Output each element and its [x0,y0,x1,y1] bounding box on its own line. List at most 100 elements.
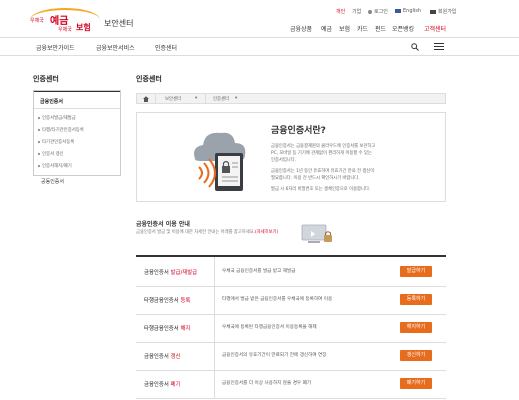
hero-box: 금융인증서란? 금융인증서는 금융결제원의 클라우드에 인증서를 보관하고 PC… [136,112,446,202]
chevron-down-icon[interactable]: ▾ [195,96,197,101]
util-link-login[interactable]: 로그인 [368,8,388,15]
row-name-suffix: 해지 [180,326,191,332]
bullet-icon [38,117,40,119]
sidebar-sub-item[interactable]: 인증서발급/재발급 [42,115,76,121]
logo-text: 예금 [50,16,69,27]
breadcrumb-separator [205,94,206,103]
util-link-label: 회원가입 [438,9,457,15]
table-row: 타행금융인증서 등록 타행에서 발급 받은 금융인증서를 우체국에 등록하여 이… [136,285,446,315]
bullet-icon [38,165,40,167]
row-name: 타행금융인증서 해지 [144,324,190,332]
cert-service-table: 금융인증서 발급/재발급 우체국 금융인증서를 발급 받고 재발급 발급하기 타… [136,255,446,399]
sidebar-item-joint-cert[interactable]: 공동인증서 [33,178,121,185]
row-name-prefix: 금융인증서 [144,382,169,388]
hero-paragraph: 인증서입니다. [271,158,297,163]
main-nav-openbanking[interactable]: 오픈뱅킹 [392,24,414,33]
main-nav-fund[interactable]: 펀드 [375,24,386,33]
hero-paragraph: 발급 시 6자리 비밀번호 또는 생체인증으로 이용합니다. [271,187,371,192]
row-desc: 우체국 금융인증서를 발급 받고 재발급 [222,269,296,274]
row-name: 타행금융인증서 등록 [144,296,190,304]
bullet-icon [38,153,40,155]
subnav-security-service[interactable]: 금융보안서비스 [96,43,135,52]
breadcrumb-item[interactable]: 보안센터 [165,96,181,102]
main-nav-deposit[interactable]: 예금 [321,24,332,33]
lock-icon [368,9,372,14]
row-name: 금융인증서 폐기 [144,380,180,388]
home-icon[interactable] [143,96,149,102]
sub-nav: 금융보안가이드 금융보안서비스 인증센터 [0,38,519,56]
row-name-suffix: 발급/재발급 [170,270,198,276]
site-title: 보안센터 [104,19,134,28]
divider [214,257,215,287]
hero-paragraph: PC, 모바일 등 기기에 관계없이 편리하게 이용할 수 있는 [271,151,372,156]
subnav-cert-center[interactable]: 인증센터 [155,43,177,52]
breadcrumb-item[interactable]: 인증센터 [213,96,229,102]
sidebar-sub-item[interactable]: 인증서 갱신 [42,151,64,157]
hero-paragraph: 금융인증서는 금융결제원의 클라우드에 인증서를 보관하고 [271,144,376,149]
uk-flag-icon [395,8,401,13]
table-row: 금융인증서 폐기 금융인증서를 더 이상 사용하지 않을 경우 폐기 폐기하기 [136,369,446,399]
breadcrumb: 보안센터 ▾ 인증센터 ▾ [136,93,446,104]
logo-text: 우체국 [30,18,44,24]
row-desc: 금융인증서를 더 이상 사용하지 않을 경우 폐기 [222,381,312,386]
util-link-business[interactable]: 기업 [352,8,361,15]
guide-more-link[interactable]: (자세히보기) [255,230,278,235]
row-name: 금융인증서 발급/재발급 [144,268,197,276]
hero-paragraph: 금융인증서는 1년 동안 유효하며 유효기간 만료 전 갱신이 [271,169,375,174]
subnav-security-guide[interactable]: 금융보안가이드 [36,43,75,52]
util-link-join[interactable]: 회원가입 [430,8,456,15]
globe-icon [430,9,436,14]
util-link-english[interactable]: English [395,8,421,14]
sidebar: 인증센터 금융인증서 인증서발급/재발급 타행/타기관인증서등록 타기관인증서등… [33,74,121,185]
guide-desc: 금융인증서 발급 및 이용에 대한 자세한 안내는 아래를 참고하세요.(자세히… [136,229,278,235]
row-name-suffix: 폐기 [170,382,181,388]
renew-button[interactable]: 갱신하기 [400,350,432,361]
divider [214,285,215,315]
revoke-button[interactable]: 폐기하기 [400,378,432,389]
row-desc: 우체국에 등록된 타행금융인증서 이용등록을 해제 [222,325,317,330]
content-header: 인증센터 [136,74,446,84]
row-name-prefix: 타행금융인증서 [144,298,179,304]
row-name-prefix: 금융인증서 [144,270,169,276]
row-name-suffix: 등록 [180,298,191,304]
sidebar-item-active[interactable]: 금융인증서 [34,98,122,105]
guide-title: 금융인증서 이용 안내 [136,221,190,228]
bullet-icon [38,141,40,143]
logo-text: 보험 [76,23,91,32]
util-link-personal[interactable]: 개인 [336,8,345,15]
main-nav-products[interactable]: 금융상품 [290,24,312,33]
row-name: 금융인증서 갱신 [144,352,180,360]
chevron-down-icon[interactable]: ▾ [235,96,237,101]
page-title: 인증센터 [136,75,162,83]
search-icon[interactable] [411,43,419,51]
row-name-suffix: 갱신 [170,354,181,360]
divider [214,341,215,371]
sidebar-sub-item[interactable]: 타기관인증서등록 [42,139,74,145]
guide-desc-text: 금융인증서 발급 및 이용에 대한 자세한 안내는 아래를 참고하세요. [136,230,256,235]
table-row: 금융인증서 발급/재발급 우체국 금융인증서를 발급 받고 재발급 발급하기 [136,257,446,287]
row-desc: 타행에서 발급 받은 금융인증서를 우체국에 등록하여 이용 [222,297,333,302]
row-desc: 금융인증서의 유효기간이 만료되기 전에 갱신하여 연장 [222,353,327,358]
table-row: 금융인증서 갱신 금융인증서의 유효기간이 만료되기 전에 갱신하여 연장 갱신… [136,341,446,371]
issue-button[interactable]: 발급하기 [400,266,432,277]
row-name-prefix: 타행금융인증서 [144,326,179,332]
sidebar-sub-item[interactable]: 타행/타기관인증서등록 [42,127,84,133]
main-nav-card[interactable]: 카드 [357,24,368,33]
top-bar: 우체국 예금 우체국 보험 보안센터 개인 기업 로그인 English 회원가… [0,0,519,38]
logo[interactable]: 우체국 예금 우체국 보험 [28,8,102,34]
sidebar-sub-item[interactable]: 인증서해지/폐기 [42,163,72,169]
util-link-label: English [403,8,422,14]
bullet-icon [38,129,40,131]
cloud-certificate-illustration [194,132,246,191]
row-name-prefix: 금융인증서 [144,354,169,360]
table-row: 타행금융인증서 해지 우체국에 등록된 타행금융인증서 이용등록을 해제 해지하… [136,313,446,343]
unregister-button[interactable]: 해지하기 [400,322,432,333]
hamburger-icon[interactable] [434,43,444,51]
register-button[interactable]: 등록하기 [400,294,432,305]
logo-text: 우체국 [58,27,72,33]
divider [34,108,120,109]
main-nav-customer[interactable]: 고객센터 [424,24,446,33]
main-nav-insurance[interactable]: 보험 [339,24,350,33]
pc-lock-icon [301,224,332,243]
hero-heading: 금융인증서란? [271,126,326,136]
